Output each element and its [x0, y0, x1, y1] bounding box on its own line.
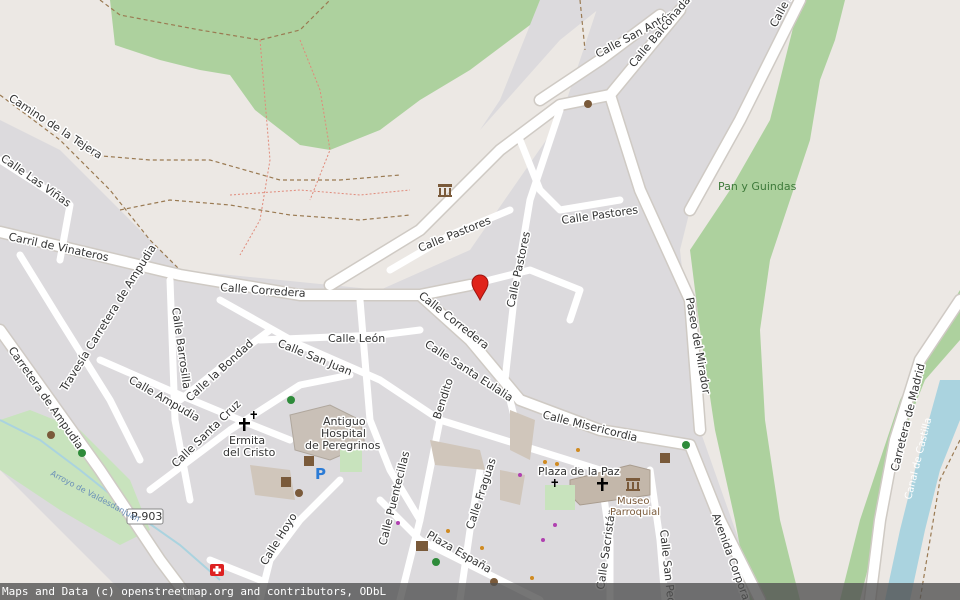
shop-icon[interactable]: [281, 477, 291, 487]
pharmacy-icon[interactable]: [210, 564, 224, 576]
label-museo-1: Museo: [617, 496, 649, 507]
label-pan-y-guindas: Pan y Guindas: [718, 180, 797, 193]
poi-dot: [576, 448, 580, 452]
toilets-icon[interactable]: [304, 456, 314, 466]
poi-dot: [480, 546, 484, 550]
label-museo-2: Parroquial: [610, 507, 660, 518]
poi-dot: [553, 523, 557, 527]
poi-dot: [518, 473, 522, 477]
label-ermita-2: del Cristo: [223, 446, 276, 459]
svg-text:P: P: [315, 465, 326, 483]
hospital-green: [340, 450, 362, 472]
playground-icon[interactable]: [682, 441, 690, 449]
cafe-icon[interactable]: [295, 489, 303, 497]
playground-icon[interactable]: [432, 558, 440, 566]
poi-dot: [530, 576, 534, 580]
sports-icon[interactable]: [78, 449, 86, 457]
parking-icon[interactable]: P: [315, 465, 326, 483]
plaza-green: [545, 485, 575, 510]
poi-dot: [446, 529, 450, 533]
poi-dot: [541, 538, 545, 542]
label-plaza-paz: Plaza de la Paz: [538, 465, 620, 478]
cafe-icon[interactable]: [584, 100, 592, 108]
townhall-icon[interactable]: [416, 541, 428, 551]
shop-icon[interactable]: [660, 453, 670, 463]
map-canvas[interactable]: P-903 P Camino de la Tejera Calle Las Vi…: [0, 0, 960, 600]
museum-icon[interactable]: [626, 478, 640, 491]
poi-dot: [543, 460, 547, 464]
playground-icon[interactable]: [287, 396, 295, 404]
label-calle-leon: Calle León: [328, 332, 385, 345]
cafe-icon[interactable]: [47, 431, 55, 439]
label-hospital-3: de Peregrinos: [305, 439, 381, 452]
poi-dot: [396, 521, 400, 525]
museum-icon[interactable]: [438, 184, 452, 197]
map-attribution[interactable]: Maps and Data (c) openstreetmap.org and …: [0, 583, 960, 600]
